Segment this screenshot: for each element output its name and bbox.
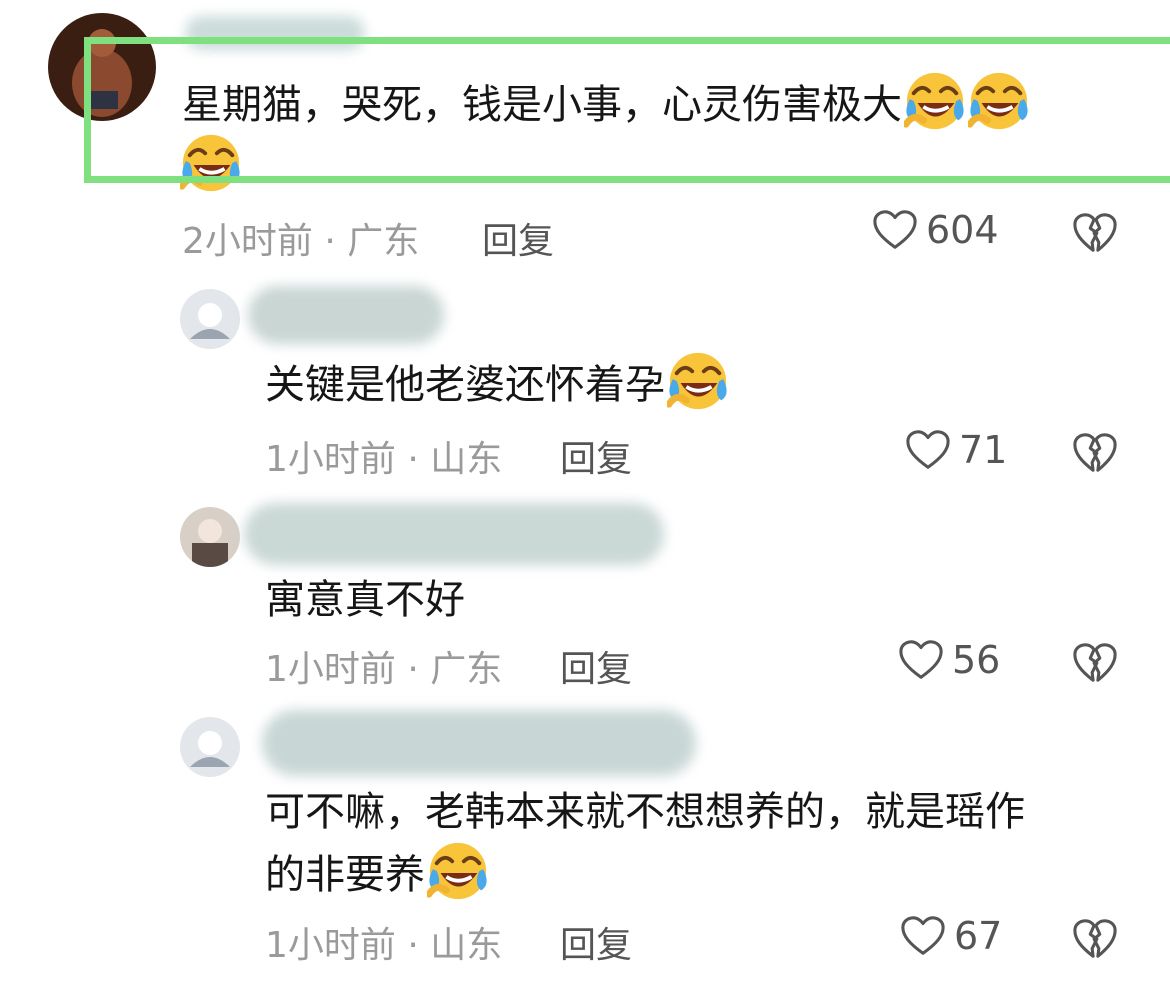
broken-heart-icon[interactable] <box>1072 211 1118 255</box>
reply-button[interactable]: 回复 <box>560 916 632 968</box>
heart-outline-icon <box>900 914 946 958</box>
like-button[interactable]: 604 <box>872 208 999 252</box>
comment-text: 寓意真不好 <box>265 577 465 623</box>
reply-button[interactable]: 回复 <box>560 430 632 482</box>
username-blurred[interactable] <box>262 710 696 776</box>
broken-heart-icon[interactable] <box>1072 917 1118 961</box>
avatar-reply[interactable] <box>180 717 240 777</box>
comment-text: 可不嘛，老韩本来就不想想养的，就是瑶作 <box>265 789 1025 835</box>
like-button[interactable]: 67 <box>900 914 1002 958</box>
avatar-reply[interactable] <box>180 289 240 349</box>
like-count: 71 <box>959 428 1008 472</box>
broken-heart-icon[interactable] <box>1072 431 1118 475</box>
like-count: 56 <box>952 638 1001 682</box>
comment-meta: 1小时前 · 广东 <box>265 649 503 690</box>
heart-outline-icon <box>898 638 944 682</box>
grinning-squint-tears-emoji <box>427 840 489 902</box>
avatar-reply[interactable] <box>180 507 240 567</box>
comment-meta: 2小时前 · 广东 <box>182 221 420 262</box>
comment-text: 关键是他老婆还怀着孕 <box>265 350 729 419</box>
heart-outline-icon <box>872 208 918 252</box>
highlight-box <box>84 37 1170 183</box>
heart-outline-icon <box>905 428 951 472</box>
like-button[interactable]: 71 <box>905 428 1007 472</box>
grinning-squint-tears-emoji <box>667 350 729 412</box>
comment-meta: 1小时前 · 山东 <box>265 439 503 480</box>
like-count: 604 <box>926 208 999 252</box>
comment-text-line2: 的非要养 <box>265 840 489 909</box>
comment-meta: 1小时前 · 山东 <box>265 925 503 966</box>
username-blurred[interactable] <box>248 286 444 344</box>
broken-heart-icon[interactable] <box>1072 641 1118 685</box>
like-count: 67 <box>954 914 1003 958</box>
reply-button[interactable]: 回复 <box>482 212 554 264</box>
like-button[interactable]: 56 <box>898 638 1000 682</box>
username-blurred[interactable] <box>244 503 664 565</box>
reply-button[interactable]: 回复 <box>560 640 632 692</box>
